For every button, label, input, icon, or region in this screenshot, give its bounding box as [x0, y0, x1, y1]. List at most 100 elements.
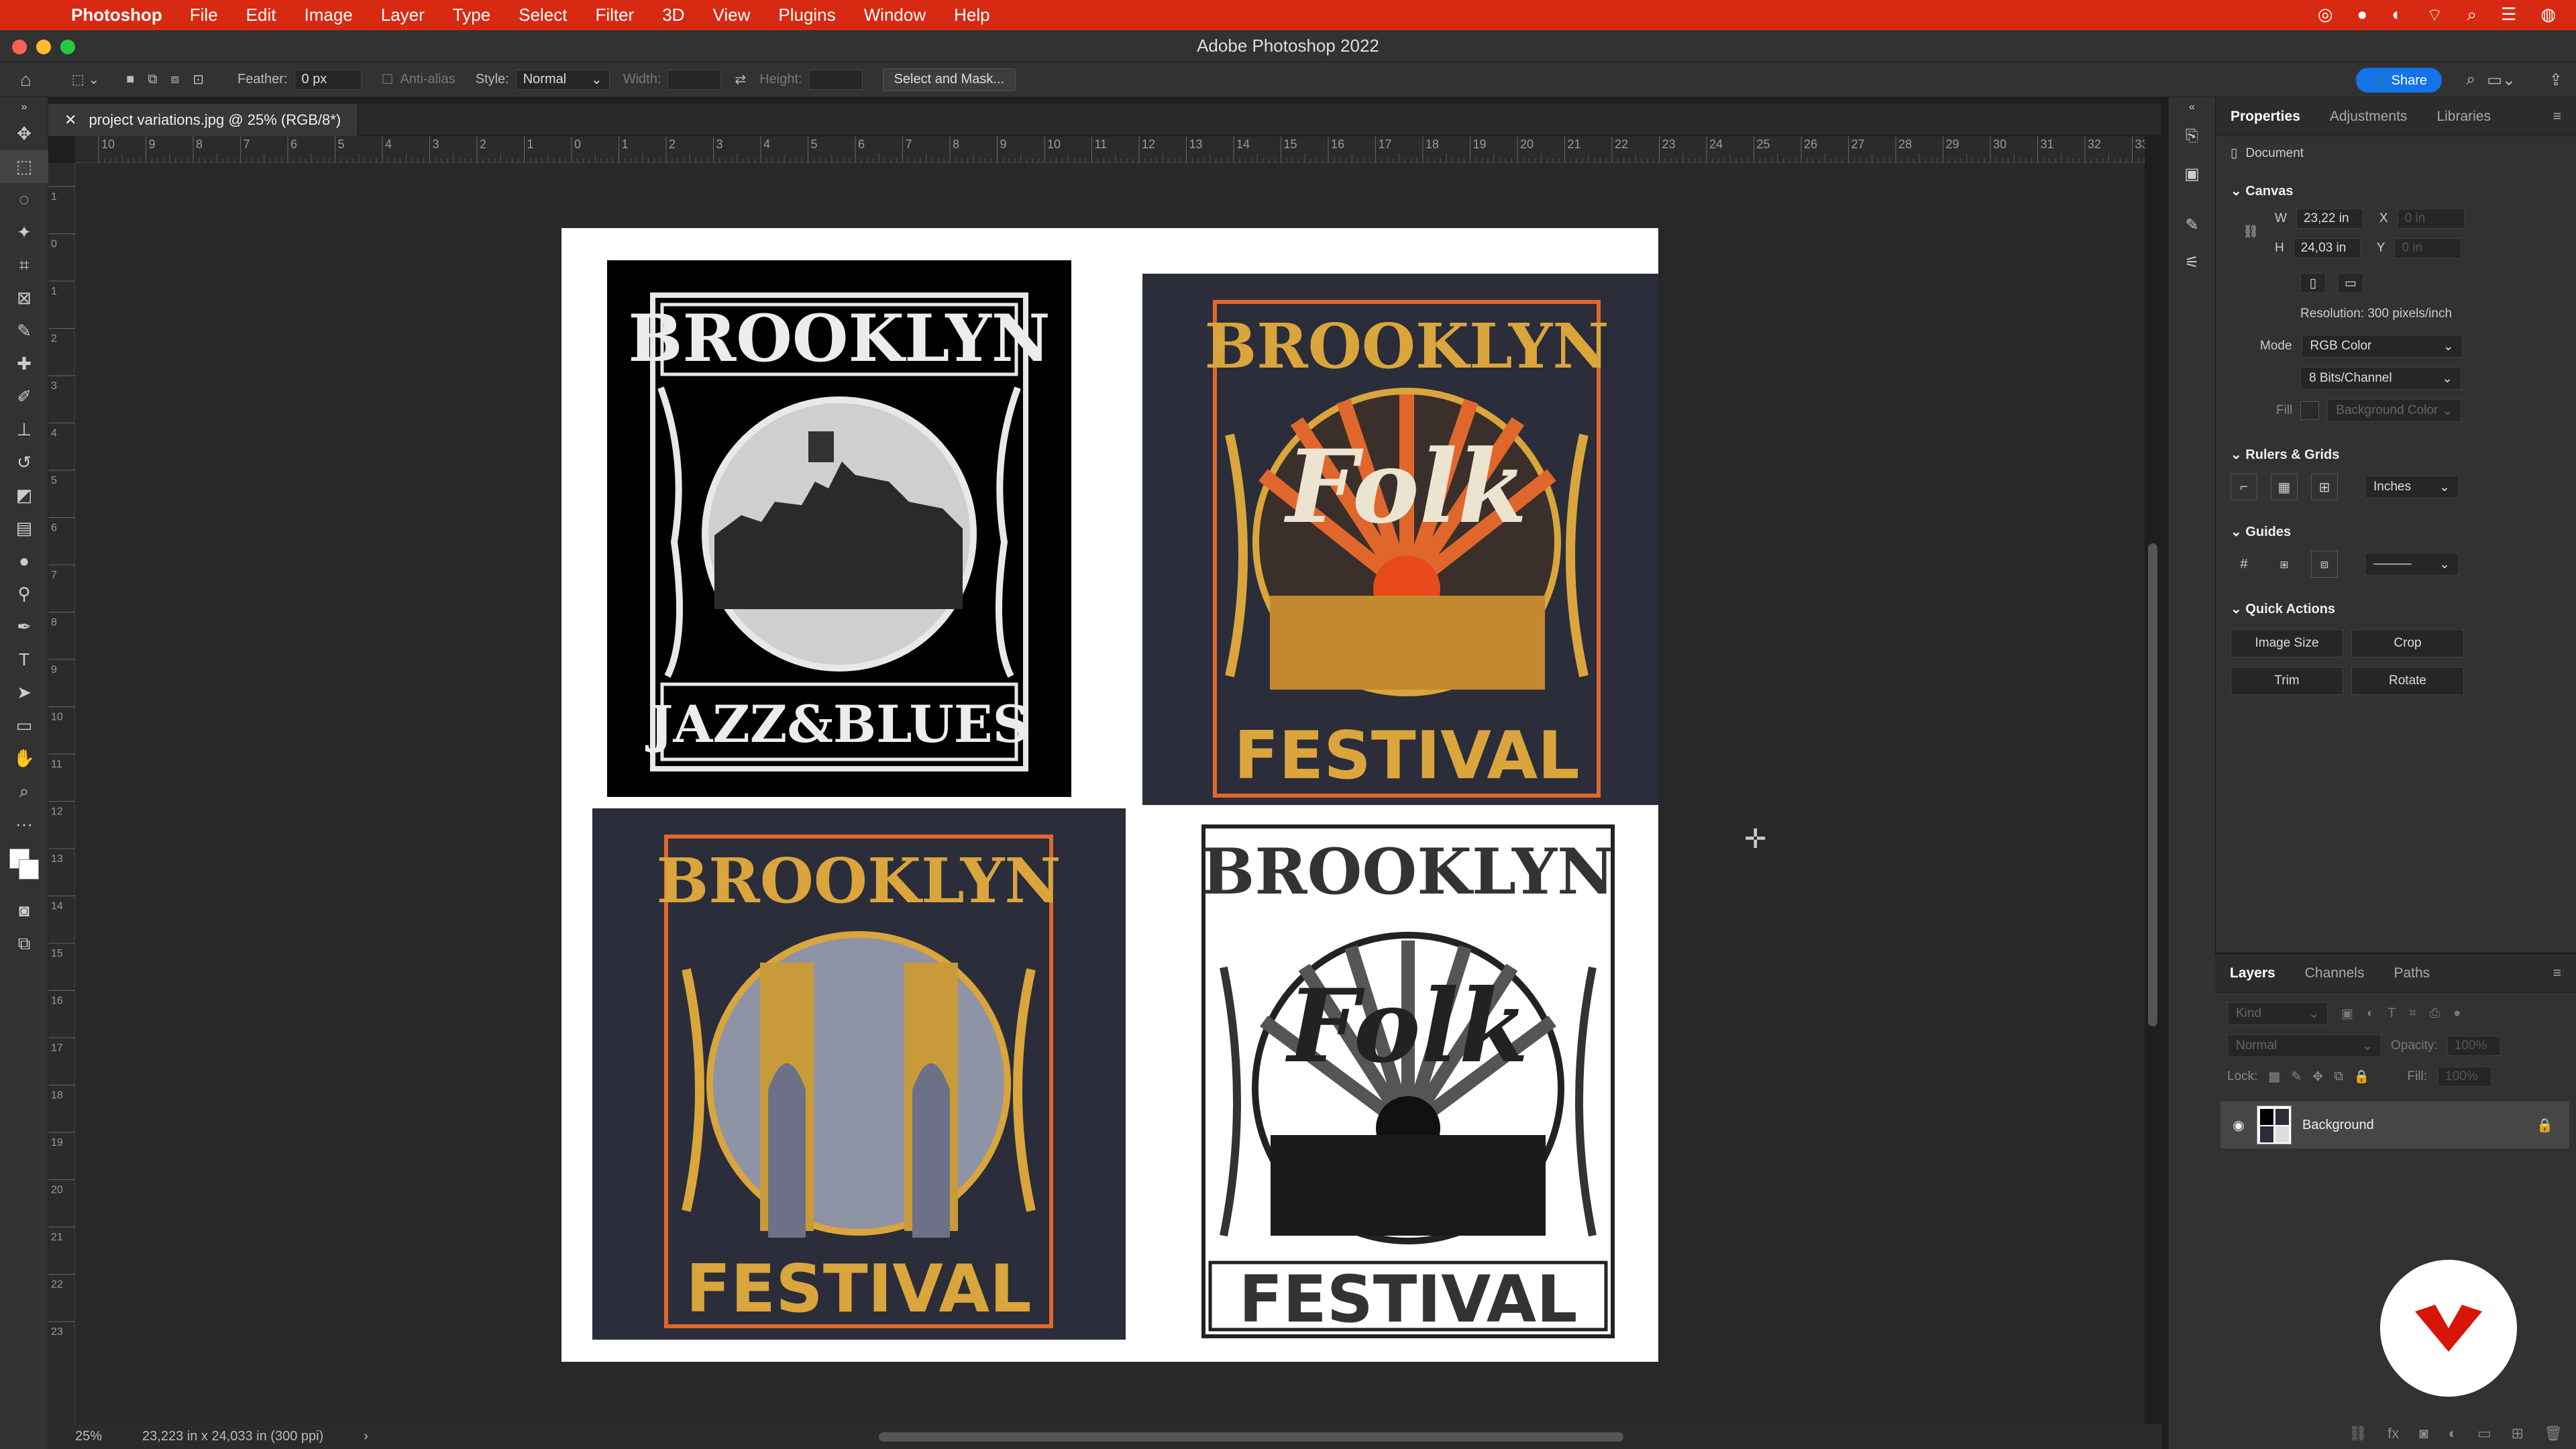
delete-layer-icon[interactable]: 🗑 — [2544, 1425, 2563, 1442]
units-select[interactable]: Inches ⌄ — [2365, 476, 2459, 498]
history-brush-tool-icon[interactable]: ↺ — [0, 446, 48, 479]
visibility-eye-icon[interactable]: ◉ — [2220, 1117, 2257, 1134]
background-color-swatch[interactable] — [19, 859, 39, 879]
blend-mode-select[interactable]: Normal ⌄ — [2227, 1034, 2381, 1057]
rectangle-tool-icon[interactable]: ▭ — [0, 709, 48, 742]
layers-menu-icon[interactable]: ≡ — [2538, 965, 2576, 981]
filter-adjustment-icon[interactable]: ◐ — [2367, 1006, 2374, 1021]
tab-libraries[interactable]: Libraries — [2422, 109, 2506, 125]
lock-pixels-icon[interactable]: ✎ — [2291, 1069, 2302, 1085]
pixel-grid-icon[interactable]: ⊞ — [2311, 474, 2338, 500]
menu-image[interactable]: Image — [304, 5, 352, 25]
style-select[interactable]: Normal ⌄ — [515, 69, 610, 90]
menu-app[interactable]: Photoshop — [71, 5, 162, 25]
close-tab-icon[interactable]: ✕ — [64, 111, 76, 129]
vertical-ruler[interactable]: 1 0 1 2 3 4 5 6 7 8 9 10 11 12 13 14 15 16 17 18 19 20 21 22 23 — [48, 163, 75, 1424]
rulers-section-title[interactable]: ⌄ Rulers & Grids — [2216, 422, 2576, 463]
tab-paths[interactable]: Paths — [2379, 965, 2445, 981]
select-and-mask-button[interactable]: Select and Mask... — [882, 68, 1016, 91]
lock-position-icon[interactable]: ✥ — [2312, 1069, 2323, 1085]
path-selection-tool-icon[interactable]: ➤ — [0, 676, 48, 709]
eraser-tool-icon[interactable]: ◩ — [0, 479, 48, 512]
quick-actions-section-title[interactable]: ⌄ Quick Actions — [2216, 578, 2576, 617]
healing-brush-tool-icon[interactable]: ✚ — [0, 347, 48, 380]
add-selection-icon[interactable]: ⧉ — [148, 72, 157, 87]
canvas-width-input[interactable]: 23,22 in — [2296, 209, 2363, 229]
lock-all-icon[interactable]: 🔒 — [2354, 1069, 2370, 1085]
width-input[interactable] — [667, 69, 722, 90]
workspace-icon[interactable]: ▭⌄ — [2487, 70, 2516, 90]
canvas-section-title[interactable]: ⌄ Canvas — [2216, 170, 2576, 199]
share-button[interactable]: 👤 Share — [2356, 68, 2442, 93]
canvas-y-input[interactable]: 0 in — [2394, 238, 2462, 258]
stamp-tool-icon[interactable]: ⊥ — [0, 413, 48, 446]
collapse-icon[interactable]: » — [0, 97, 48, 117]
blur-tool-icon[interactable]: ● — [0, 545, 48, 578]
home-icon[interactable]: ⌂ — [20, 69, 32, 91]
type-tool-icon[interactable]: T — [0, 643, 48, 676]
creative-cloud-icon[interactable]: ◎ — [2318, 4, 2333, 26]
new-adjustment-icon[interactable]: ◐ — [2449, 1425, 2457, 1442]
guide-style-select[interactable]: ——— ⌄ — [2365, 553, 2459, 576]
new-selection-icon[interactable]: ■ — [126, 72, 134, 87]
menu-edit[interactable]: Edit — [246, 5, 276, 25]
layer-kind-select[interactable]: Kind ⌄ — [2227, 1002, 2328, 1025]
vertical-scrollbar[interactable] — [2148, 543, 2157, 1026]
marquee-preset-icon[interactable]: ⬚ ⌄ — [72, 71, 99, 88]
comments-panel-icon[interactable]: ▣ — [2169, 155, 2215, 193]
dodge-tool-icon[interactable]: ⚲ — [0, 578, 48, 610]
brush-settings-icon[interactable]: ✎ — [2169, 206, 2215, 244]
zoom-level[interactable]: 25% — [75, 1429, 102, 1444]
filter-shape-icon[interactable]: ⌗ — [2409, 1006, 2416, 1021]
antialias-checkbox[interactable]: ☐ — [382, 71, 394, 88]
menu-view[interactable]: View — [712, 5, 750, 25]
swap-icon[interactable]: ⇄ — [735, 71, 746, 88]
trim-button[interactable]: Trim — [2231, 667, 2343, 695]
menu-help[interactable]: Help — [954, 5, 989, 25]
lock-artboard-icon[interactable]: ⧉ — [2334, 1069, 2343, 1084]
layer-fill-input[interactable]: 100% — [2438, 1067, 2492, 1087]
eyedropper-tool-icon[interactable]: ✎ — [0, 315, 48, 347]
image-size-button[interactable]: Image Size — [2231, 629, 2343, 657]
hand-tool-icon[interactable]: ✋ — [0, 742, 48, 775]
menu-3d[interactable]: 3D — [662, 5, 684, 25]
layer-lock-icon[interactable]: 🔒 — [2536, 1117, 2553, 1134]
tab-layers[interactable]: Layers — [2215, 965, 2290, 981]
grid-icon[interactable]: ▦ — [2271, 474, 2298, 500]
wifi-icon[interactable]: ⌔ — [2426, 4, 2443, 26]
feather-input[interactable]: 0 px — [294, 69, 362, 90]
canvas-height-input[interactable]: 24,03 in — [2293, 238, 2361, 258]
filter-smart-object-icon[interactable]: ⎙ — [2430, 1006, 2440, 1021]
panel-menu-icon[interactable]: ≡ — [2538, 109, 2576, 125]
lock-transparency-icon[interactable]: ▩ — [2268, 1069, 2280, 1085]
frame-tool-icon[interactable]: ⊠ — [0, 282, 48, 315]
export-icon[interactable]: ⇪ — [2549, 70, 2563, 90]
crop-tool-icon[interactable]: ⌗ — [0, 249, 48, 282]
fill-color-swatch[interactable] — [2300, 401, 2320, 420]
link-layers-icon[interactable]: ⛓ — [2349, 1425, 2367, 1442]
horizontal-scrollbar[interactable] — [879, 1432, 1623, 1442]
move-tool-icon[interactable]: ✥ — [0, 117, 48, 150]
rotate-button[interactable]: Rotate — [2351, 667, 2464, 695]
control-center-icon[interactable]: ☰ — [2501, 4, 2516, 26]
document-canvas[interactable]: BROOKLYN JAZZ&BLUES BROOKLYN Folk FESTIV… — [561, 228, 1658, 1362]
horizontal-ruler[interactable]: 10 9 8 7 6 5 4 3 2 1 0 1 2 3 4 5 6 7 8 9 10 11 12 13 14 15 16 17 18 1… — [75, 136, 2145, 163]
height-input[interactable] — [808, 69, 863, 90]
tab-channels[interactable]: Channels — [2290, 965, 2379, 981]
new-layer-icon[interactable]: ⊞ — [2512, 1425, 2524, 1442]
mode-select[interactable]: RGB Color ⌄ — [2301, 335, 2463, 358]
menu-plugins[interactable]: Plugins — [778, 5, 835, 25]
subtract-selection-icon[interactable]: ⧈ — [171, 72, 180, 87]
history-panel-icon[interactable]: ⎘ — [2169, 117, 2215, 155]
guide-layout-icon[interactable]: ⧈ — [2311, 551, 2338, 578]
menu-window[interactable]: Window — [864, 5, 926, 25]
opacity-input[interactable]: 100% — [2447, 1036, 2501, 1056]
gradient-tool-icon[interactable]: ▤ — [0, 512, 48, 545]
menu-type[interactable]: Type — [453, 5, 490, 25]
filter-pixel-icon[interactable]: ▣ — [2341, 1006, 2353, 1022]
magic-wand-tool-icon[interactable]: ✦ — [0, 216, 48, 249]
dock-collapse-icon[interactable]: « — [2169, 97, 2215, 117]
user-switch-icon[interactable]: ◐ — [2392, 4, 2402, 26]
guide-icon[interactable]: # — [2231, 551, 2257, 578]
adjustments-panel-icon[interactable]: ⚟ — [2169, 244, 2215, 281]
